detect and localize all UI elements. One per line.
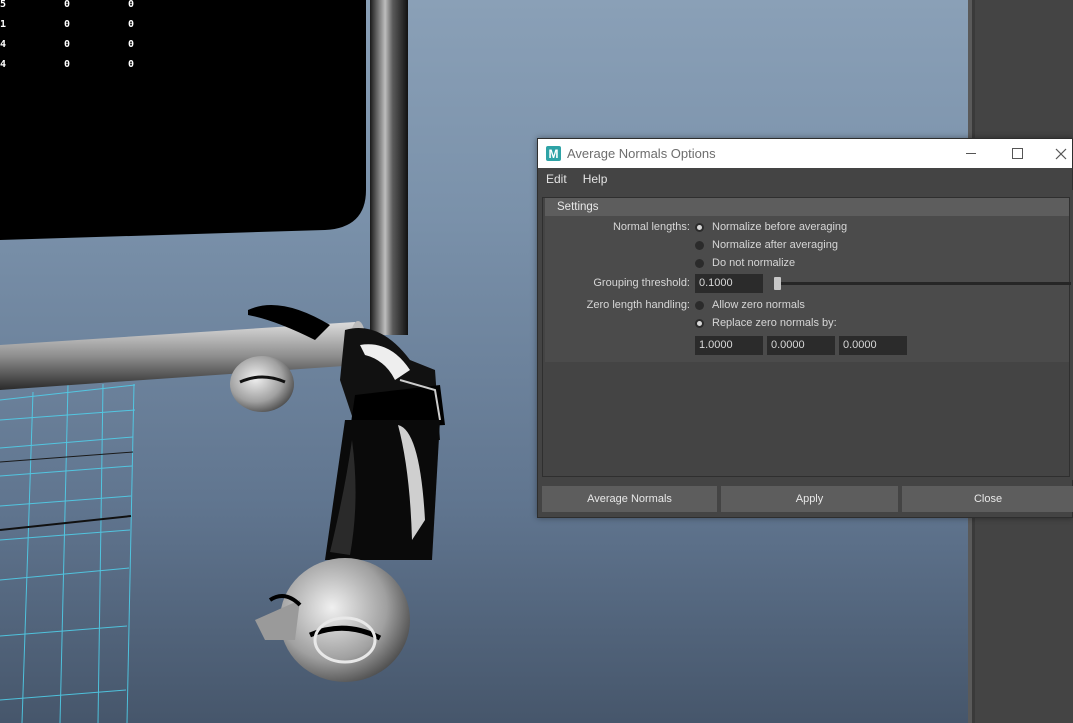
dialog-title: Average Normals Options	[567, 146, 716, 161]
radio-button[interactable]	[695, 258, 704, 268]
hud-row: 100	[0, 19, 135, 30]
dialog-menubar: Edit Help	[538, 168, 1072, 190]
zero-length-label: Zero length handling:	[586, 299, 690, 311]
grouping-threshold-slider-track[interactable]	[774, 282, 1071, 285]
radio-button[interactable]	[695, 300, 704, 310]
radio-do-not-normalize[interactable]: Do not normalize	[695, 257, 795, 269]
settings-body: Normal lengths: Normalize before averagi…	[545, 216, 1071, 362]
radio-button-selected[interactable]	[695, 318, 704, 328]
radio-button-selected[interactable]	[695, 222, 704, 232]
vertical-pole	[370, 0, 408, 335]
menu-help[interactable]: Help	[575, 172, 616, 186]
settings-section-header[interactable]: Settings	[545, 198, 1069, 216]
radio-button[interactable]	[695, 240, 704, 250]
average-normals-dialog: M Average Normals Options Edit Help Sett…	[537, 138, 1073, 518]
replace-z-input[interactable]: 0.0000	[839, 336, 907, 355]
radio-label: Replace zero normals by:	[712, 317, 837, 329]
close-window-button[interactable]	[1038, 139, 1073, 168]
ground-grid	[0, 383, 136, 723]
radio-label: Allow zero normals	[712, 299, 805, 311]
hud-readout: 500 100 400 400	[0, 0, 134, 75]
replace-y-input[interactable]: 0.0000	[767, 336, 835, 355]
grouping-threshold-input[interactable]: 0.1000	[695, 274, 763, 293]
replace-x-input[interactable]: 1.0000	[695, 336, 763, 355]
radio-label: Normalize after averaging	[712, 239, 838, 251]
maya-icon: M	[546, 146, 561, 161]
radio-allow-zero[interactable]: Allow zero normals	[695, 299, 805, 311]
minimize-button[interactable]	[948, 139, 994, 168]
radio-replace-zero[interactable]: Replace zero normals by:	[695, 317, 837, 329]
normal-lengths-label: Normal lengths:	[612, 221, 690, 233]
hud-row: 400	[0, 59, 135, 70]
grouping-threshold-slider-handle[interactable]	[774, 277, 781, 290]
menu-edit[interactable]: Edit	[538, 172, 575, 186]
maximize-icon	[1011, 148, 1023, 159]
maximize-button[interactable]	[994, 139, 1040, 168]
dialog-titlebar[interactable]: M Average Normals Options	[538, 139, 1072, 168]
close-icon	[1055, 148, 1067, 159]
radio-normalize-before[interactable]: Normalize before averaging	[695, 221, 847, 233]
close-button[interactable]: Close	[902, 486, 1073, 512]
average-normals-button[interactable]: Average Normals	[542, 486, 717, 512]
hud-row: 400	[0, 39, 135, 50]
apply-button[interactable]: Apply	[721, 486, 898, 512]
grouping-threshold-label: Grouping threshold:	[593, 277, 690, 289]
dialog-content: Settings Normal lengths: Normalize befor…	[539, 190, 1073, 480]
radio-label: Do not normalize	[712, 257, 796, 269]
small-sphere	[230, 356, 294, 412]
radio-normalize-after[interactable]: Normalize after averaging	[695, 239, 838, 251]
hud-row: 500	[0, 0, 135, 10]
radio-label: Normalize before averaging	[712, 221, 848, 233]
minimize-icon	[966, 153, 976, 154]
dialog-button-bar: Average Normals Apply Close	[542, 486, 1073, 512]
